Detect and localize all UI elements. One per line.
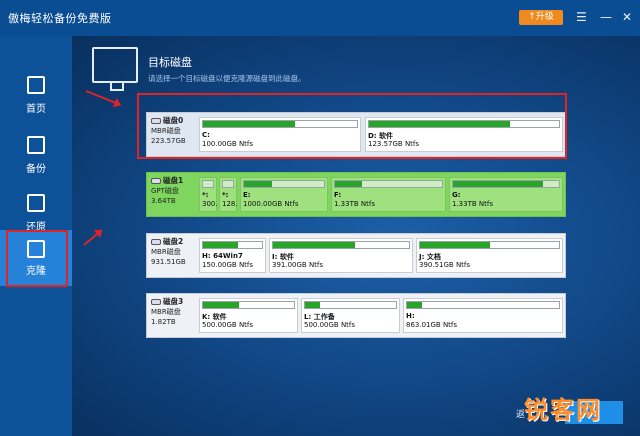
- usage-bar: [202, 180, 214, 188]
- disk-icon: [151, 299, 161, 305]
- partition-label: H:: [406, 312, 415, 320]
- partition[interactable]: J: 文档 390.51GB Ntfs: [416, 238, 563, 273]
- upgrade-arrow-icon: ↑: [528, 12, 536, 22]
- partition[interactable]: K: 软件 500.00GB Ntfs: [199, 298, 298, 333]
- partition-size: 863.01GB Ntfs: [406, 321, 458, 329]
- disk-type: MBR磁盘: [151, 248, 181, 256]
- usage-fill: [244, 181, 272, 187]
- usage-fill: [407, 302, 423, 308]
- page-subtitle: 请选择一个目标磁盘以便克隆源磁盘到此磁盘。: [148, 74, 306, 83]
- minimize-icon[interactable]: —: [600, 9, 612, 25]
- restore-icon: [27, 194, 45, 212]
- usage-bar: [202, 301, 295, 309]
- monitor-icon: [92, 47, 138, 91]
- app-window: 傲梅轻松备份免费版 ↑升级 ☰ — ✕ 首页 备份 还原 克隆 目标磁盘 请选择…: [0, 0, 640, 436]
- disk-icon: [151, 178, 161, 184]
- partition-label: *:: [222, 191, 229, 199]
- menu-icon[interactable]: ☰: [576, 9, 587, 25]
- usage-fill: [420, 242, 490, 248]
- disk-row-2[interactable]: 磁盘2 MBR磁盘 931.51GB H: 64Win7 150.00GB Nt…: [146, 233, 566, 278]
- usage-fill: [335, 181, 362, 187]
- highlight-box-clone: [6, 230, 68, 287]
- partition-label: *:: [202, 191, 209, 199]
- partition-size: 390.51GB Ntfs: [419, 261, 471, 269]
- disk-type: GPT磁盘: [151, 187, 179, 195]
- partition-size: 300.: [202, 200, 218, 208]
- partition[interactable]: *: 300.: [199, 177, 218, 212]
- disk-name: 磁盘3: [163, 297, 184, 306]
- disk-row-1[interactable]: 磁盘1 GPT磁盘 3.64TB *: 300. *: 128. E: 1000…: [146, 172, 566, 217]
- watermark-logo: 锐客网: [524, 396, 602, 424]
- disk-info: 磁盘3 MBR磁盘 1.82TB: [151, 297, 199, 327]
- disk-size: 3.64TB: [151, 197, 176, 205]
- disk-row-3[interactable]: 磁盘3 MBR磁盘 1.82TB K: 软件 500.00GB Ntfs L: …: [146, 293, 566, 338]
- partition-size: 1000.00GB Ntfs: [243, 200, 299, 208]
- disk-name: 磁盘2: [163, 237, 184, 246]
- partition[interactable]: H: 64Win7 150.00GB Ntfs: [199, 238, 266, 273]
- disk-size: 931.51GB: [151, 258, 186, 266]
- disk-name: 磁盘1: [163, 176, 184, 185]
- partition[interactable]: I: 软件 391.00GB Ntfs: [269, 238, 413, 273]
- close-icon[interactable]: ✕: [622, 9, 632, 25]
- usage-fill: [453, 181, 544, 187]
- partition-label: F:: [334, 191, 342, 199]
- nav-item-home[interactable]: 首页: [0, 68, 72, 128]
- usage-bar: [243, 180, 325, 188]
- upgrade-button[interactable]: ↑升级: [519, 10, 563, 25]
- partition-label: H: 64Win7: [202, 252, 243, 260]
- partition-size: 500.00GB Ntfs: [202, 321, 254, 329]
- disk-type: MBR磁盘: [151, 308, 181, 316]
- partition-size: 128.: [222, 200, 238, 208]
- usage-bar: [406, 301, 560, 309]
- partition[interactable]: H: 863.01GB Ntfs: [403, 298, 563, 333]
- annotation-arrow: [83, 230, 102, 246]
- usage-bar: [419, 241, 560, 249]
- disk-icon: [151, 239, 161, 245]
- app-title: 傲梅轻松备份免费版: [8, 12, 112, 25]
- usage-fill: [273, 242, 355, 248]
- backup-icon: [27, 136, 45, 154]
- disk-info: 磁盘2 MBR磁盘 931.51GB: [151, 237, 199, 267]
- partition[interactable]: *: 128.: [219, 177, 238, 212]
- partition-size: 500.00GB Ntfs: [304, 321, 356, 329]
- usage-fill: [203, 242, 239, 248]
- partition-size: 1.33TB Ntfs: [334, 200, 375, 208]
- title-bar: 傲梅轻松备份免费版 ↑升级 ☰ — ✕: [0, 0, 640, 36]
- disk-info: 磁盘1 GPT磁盘 3.64TB: [151, 176, 199, 206]
- usage-fill: [203, 302, 240, 308]
- nav-item-backup[interactable]: 备份: [0, 128, 72, 188]
- partition-size: 391.00GB Ntfs: [272, 261, 324, 269]
- usage-fill: [305, 302, 321, 308]
- partition-label: G:: [452, 191, 461, 199]
- partition[interactable]: G: 1.33TB Ntfs: [449, 177, 563, 212]
- page-title: 目标磁盘: [148, 56, 192, 69]
- usage-bar: [222, 180, 234, 188]
- usage-bar: [304, 301, 397, 309]
- home-icon: [27, 76, 45, 94]
- upgrade-label: 升级: [535, 12, 554, 22]
- annotation-arrow: [85, 90, 120, 106]
- partition[interactable]: F: 1.33TB Ntfs: [331, 177, 446, 212]
- disk-size: 1.82TB: [151, 318, 176, 326]
- nav-label-backup: 备份: [26, 164, 46, 175]
- partition[interactable]: L: 工作备 500.00GB Ntfs: [301, 298, 400, 333]
- usage-bar: [202, 241, 263, 249]
- nav-label-home: 首页: [26, 104, 46, 115]
- partition[interactable]: E: 1000.00GB Ntfs: [240, 177, 328, 212]
- partition-size: 1.33TB Ntfs: [452, 200, 493, 208]
- partition-size: 150.00GB Ntfs: [202, 261, 254, 269]
- usage-bar: [334, 180, 443, 188]
- usage-bar: [272, 241, 410, 249]
- highlight-box-disk0: [137, 93, 567, 159]
- partition-label: E:: [243, 191, 251, 199]
- usage-bar: [452, 180, 560, 188]
